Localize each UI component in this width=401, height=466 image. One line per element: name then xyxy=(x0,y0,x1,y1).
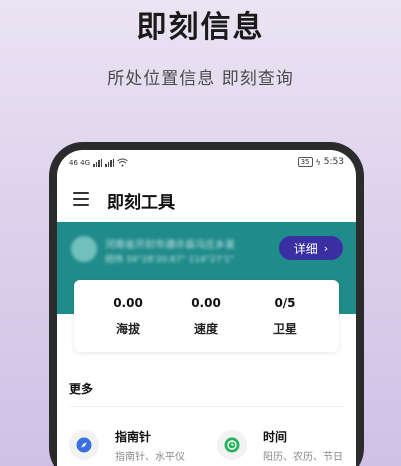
detail-button-label: 详细 xyxy=(293,241,318,256)
tool-name: 指南针 xyxy=(115,430,152,444)
divider xyxy=(69,406,344,407)
compass-icon xyxy=(69,430,99,460)
promo-title: 即刻信息 xyxy=(136,10,265,45)
stats-card: 0.00 海拔 0.00 速度 0/5 卫星 xyxy=(74,280,339,352)
tool-description: 指南针、水平仪 xyxy=(115,452,185,463)
status-bar: 46 4G 35 ϟ 5:53 xyxy=(57,150,356,174)
stat-label: 卫星 xyxy=(272,322,297,336)
stat-value: 0.00 xyxy=(113,296,143,310)
more-section-title: 更多 xyxy=(69,382,94,396)
stat-label: 速度 xyxy=(193,322,218,336)
clock-icon xyxy=(217,430,247,460)
promo-subtitle: 所处位置信息 即刻查询 xyxy=(107,69,294,89)
charging-icon: ϟ xyxy=(315,157,321,167)
status-right: 35 ϟ 5:53 xyxy=(297,157,344,167)
signal-icon-2 xyxy=(105,159,115,167)
stat-speed: 0.00 速度 xyxy=(176,296,236,337)
tool-name: 时间 xyxy=(263,430,288,444)
stat-altitude: 0.00 海拔 xyxy=(98,296,158,337)
status-time: 5:53 xyxy=(323,157,344,167)
phone-screen: 46 4G 35 ϟ 5:53 即刻工具 河南省开封市通许县冯庄乡某 经纬 34… xyxy=(57,150,356,466)
network-indicator-text: 46 4G xyxy=(69,159,91,167)
stat-value: 0/5 xyxy=(274,296,296,310)
status-left: 46 4G xyxy=(69,158,128,167)
app-bar: 即刻工具 xyxy=(57,182,356,218)
battery-icon: 35 xyxy=(297,157,313,167)
detail-button[interactable]: 详细 › xyxy=(279,236,343,260)
wifi-icon xyxy=(117,158,128,167)
location-icon xyxy=(71,236,97,262)
app-title: 即刻工具 xyxy=(107,193,175,213)
location-address: 河南省开封市通许县冯庄乡某 xyxy=(105,240,235,251)
tool-description: 阳历、农历、节日 xyxy=(263,452,343,463)
menu-icon[interactable] xyxy=(73,192,89,206)
stat-satellites: 0/5 卫星 xyxy=(255,296,315,337)
stat-value: 0.00 xyxy=(191,296,221,310)
stat-label: 海拔 xyxy=(115,322,140,336)
signal-icon xyxy=(93,159,103,167)
location-coordinates: 经纬 34°28'20.67" 114°27'1" xyxy=(105,255,234,265)
chevron-right-icon: › xyxy=(323,241,329,255)
